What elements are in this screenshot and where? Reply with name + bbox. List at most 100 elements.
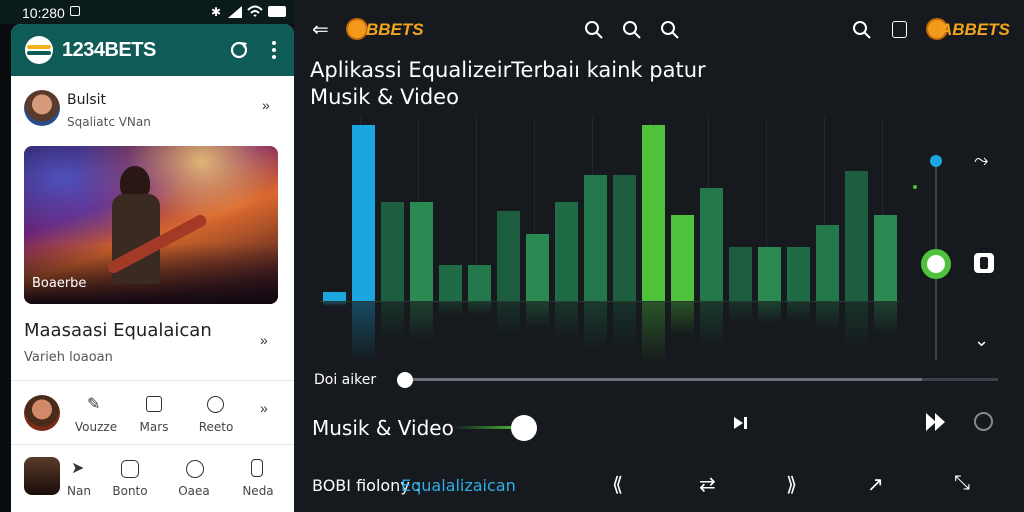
- nav-label[interactable]: Bonto: [105, 484, 155, 498]
- slider-handle-top[interactable]: [930, 155, 942, 167]
- eq-band-bar[interactable]: [874, 215, 897, 301]
- slider-handle-main[interactable]: [921, 249, 951, 279]
- search-icon[interactable]: [852, 20, 872, 40]
- eq-band-bar[interactable]: [468, 265, 491, 301]
- concert-image[interactable]: Boaerbe: [24, 146, 278, 304]
- eq-band-bar[interactable]: [642, 125, 665, 301]
- eq-band-bar[interactable]: [787, 247, 810, 301]
- action-label[interactable]: Reeto: [186, 420, 246, 434]
- eq-band-bar[interactable]: [758, 247, 781, 301]
- refresh-icon[interactable]: [229, 40, 249, 60]
- eq-band-reflection: [613, 302, 636, 352]
- eq-band-bar[interactable]: [497, 211, 520, 301]
- eq-band-bar[interactable]: [845, 171, 868, 301]
- search-icon[interactable]: [584, 20, 604, 40]
- action-label[interactable]: Vouzze: [66, 420, 126, 434]
- clock-icon[interactable]: [146, 396, 162, 412]
- eq-band-bar[interactable]: [526, 234, 549, 301]
- status-time: 10:280: [22, 5, 65, 21]
- equalizer-player: ⇐ BBETS ABBETS Aplikassi EqualizeirTerba…: [294, 0, 1024, 512]
- nav-label[interactable]: Nan: [59, 484, 99, 498]
- bluetooth-icon: ✱: [211, 5, 222, 19]
- rewind-icon[interactable]: ⟪: [612, 472, 623, 497]
- settings-icon[interactable]: [974, 412, 993, 431]
- section-subtitle: Varieh loaoan: [24, 350, 113, 365]
- eq-band-reflection: [758, 302, 781, 324]
- clipboard-icon[interactable]: [892, 21, 907, 38]
- eq-band-bar[interactable]: [323, 292, 346, 301]
- menu-back-icon[interactable]: ⇐: [312, 17, 329, 42]
- chevron-down-icon[interactable]: ⌄: [974, 330, 989, 351]
- image-icon: [70, 6, 80, 16]
- eq-band-reflection: [787, 302, 810, 324]
- swap-icon[interactable]: ⇄: [699, 472, 716, 497]
- eq-band-bar[interactable]: [352, 125, 375, 301]
- nav-label[interactable]: Oaea: [169, 484, 219, 498]
- eq-band-bar[interactable]: [410, 202, 433, 301]
- eq-band-reflection: [729, 302, 752, 324]
- eq-band-reflection: [671, 302, 694, 336]
- chevron-right-icon[interactable]: »: [260, 332, 268, 348]
- thumbnail[interactable]: [24, 457, 60, 495]
- bookmark-icon[interactable]: [251, 459, 263, 477]
- send-icon[interactable]: ➤: [71, 458, 84, 478]
- hero-caption: Boaerbe: [32, 276, 87, 291]
- info-icon[interactable]: [207, 396, 224, 413]
- avatar: [24, 395, 60, 431]
- eq-band-bar[interactable]: [729, 247, 752, 301]
- search-icon[interactable]: [660, 20, 680, 40]
- seek-handle[interactable]: [397, 372, 413, 388]
- eq-band-reflection: [381, 302, 404, 342]
- indicator-dot: [913, 185, 917, 189]
- chevron-right-icon[interactable]: »: [260, 400, 268, 416]
- eq-band-reflection: [439, 302, 462, 316]
- battery-icon: [268, 6, 286, 17]
- eq-band-reflection: [555, 302, 578, 342]
- share-icon[interactable]: [186, 460, 204, 478]
- bbets-logo-icon: [346, 18, 368, 40]
- eq-band-bar[interactable]: [555, 202, 578, 301]
- footer-link[interactable]: Equalalizaican: [401, 476, 516, 495]
- actions-row: ✎ Vouzze Mars Reeto »: [11, 384, 294, 442]
- profile-subtitle: Sqaliatc VNan: [67, 115, 151, 129]
- seek-track-remaining[interactable]: [922, 378, 998, 381]
- fast-forward-icon[interactable]: [924, 411, 948, 433]
- eq-band-bar[interactable]: [613, 175, 636, 301]
- profile-row[interactable]: Bulsit Sqaliatc VNan »: [11, 76, 294, 140]
- more-vert-icon[interactable]: [270, 40, 278, 60]
- speaker-icon[interactable]: [974, 253, 994, 273]
- seek-track[interactable]: [405, 378, 922, 381]
- nav-label[interactable]: Neda: [233, 484, 283, 498]
- eq-band-bar[interactable]: [816, 225, 839, 301]
- connect-icon[interactable]: ⤡: [954, 472, 970, 495]
- next-track-icon[interactable]: [732, 415, 750, 431]
- left-app-panel: 1234BETS Bulsit Sqaliatc VNan » Boaerbe …: [11, 24, 294, 512]
- skip-icon[interactable]: ⟫: [786, 472, 797, 497]
- eq-band-reflection: [497, 302, 520, 338]
- eq-band-bar[interactable]: [671, 215, 694, 301]
- eq-band-bar[interactable]: [584, 175, 607, 301]
- pencil-icon[interactable]: ✎: [87, 394, 100, 414]
- brand-logo-text: BBETS: [366, 20, 424, 39]
- eq-band-reflection: [642, 302, 665, 364]
- eq-band-reflection: [845, 302, 868, 354]
- eq-band-reflection: [816, 302, 839, 332]
- eq-band-reflection: [468, 302, 491, 316]
- search-icon[interactable]: [622, 20, 642, 40]
- section-header[interactable]: Maasaasi Equalaican Varieh loaoan »: [11, 310, 294, 376]
- chat-icon[interactable]: [121, 460, 139, 478]
- media-title: Musik & Video: [312, 416, 454, 440]
- equalizer-bars[interactable]: [320, 117, 900, 302]
- page-subtitle: Musik & Video: [310, 85, 459, 109]
- bottom-nav: ➤ Nan Bonto Oaea Neda: [11, 448, 294, 512]
- signal-icon: [228, 6, 242, 18]
- share-icon[interactable]: ↗: [867, 472, 884, 497]
- eq-band-bar[interactable]: [381, 202, 404, 301]
- chevron-right-icon[interactable]: »: [262, 97, 270, 113]
- shuffle-icon[interactable]: ⤳: [974, 150, 988, 171]
- eq-band-bar[interactable]: [439, 265, 462, 301]
- status-bar: 10:280 ✱: [0, 0, 294, 24]
- action-label[interactable]: Mars: [124, 420, 184, 434]
- volume-handle[interactable]: [511, 415, 537, 441]
- eq-band-bar[interactable]: [700, 188, 723, 301]
